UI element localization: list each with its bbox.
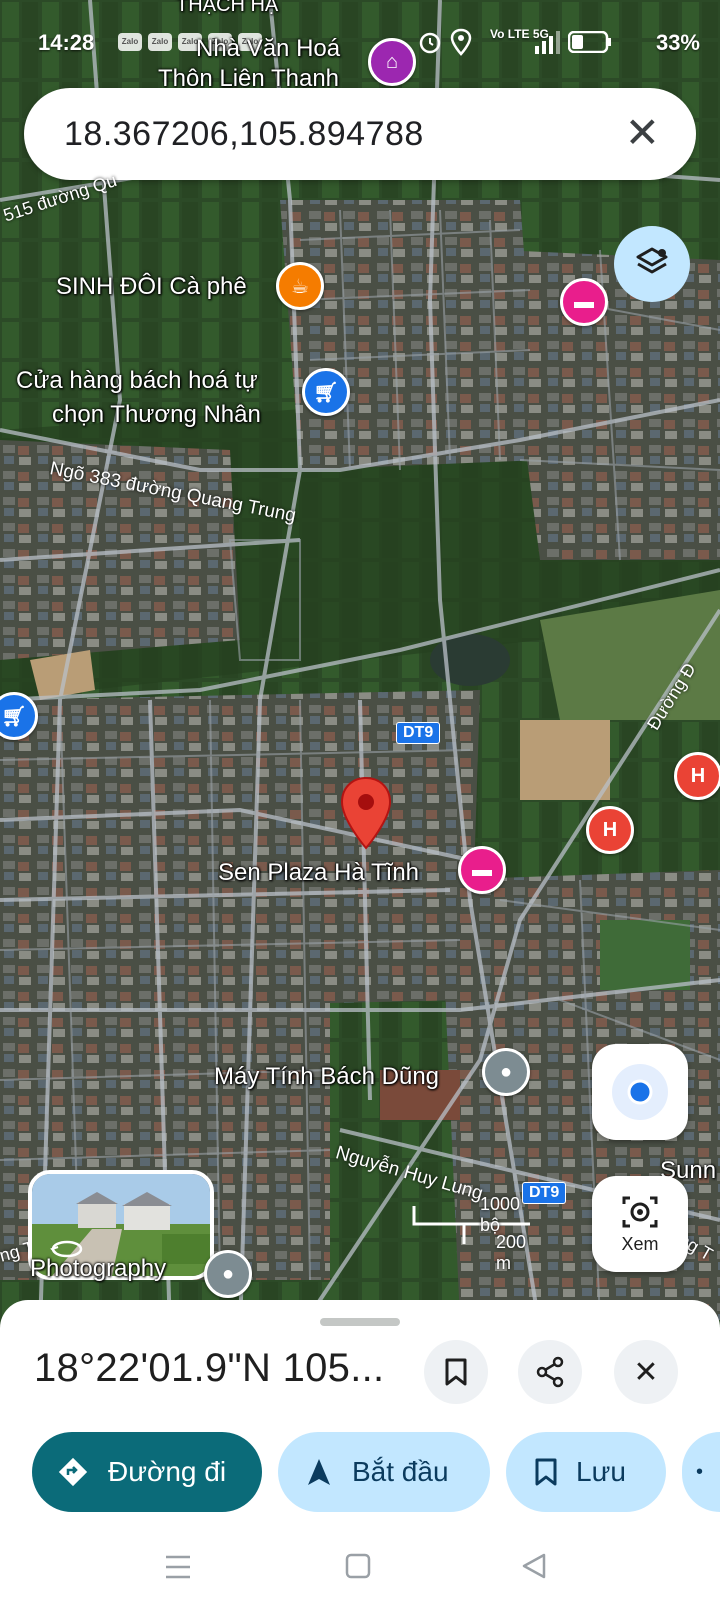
- save-button[interactable]: Lưu: [506, 1432, 666, 1512]
- home-icon[interactable]: [344, 1552, 372, 1580]
- shopping-cart-icon[interactable]: 🛒︎: [302, 368, 350, 416]
- bookmark-icon: [445, 1358, 467, 1386]
- close-sheet-button[interactable]: ✕: [614, 1340, 678, 1404]
- road-shield: DT9: [396, 722, 441, 744]
- hotel-icon[interactable]: H: [586, 806, 634, 854]
- zalo-notification-icon: Zalo: [118, 33, 142, 51]
- bookmark-icon: [535, 1458, 557, 1486]
- directions-label: Đường đi: [108, 1456, 227, 1487]
- map-label-poi[interactable]: SINH ĐÔI Cà phê: [56, 270, 247, 304]
- battery-percent: 33%: [655, 30, 700, 55]
- map-label-poi[interactable]: chọn Thương Nhân: [52, 398, 261, 432]
- drag-handle[interactable]: [320, 1318, 400, 1326]
- save-label: Lưu: [576, 1456, 626, 1487]
- signal-icon: [535, 31, 560, 54]
- camera-lens-icon: [622, 1196, 658, 1227]
- map-label-area: THẠCH HẠ: [176, 0, 279, 16]
- hotel-icon[interactable]: H: [674, 752, 720, 800]
- community-center-icon[interactable]: ⌂: [368, 38, 416, 86]
- dropped-pin-icon[interactable]: [340, 776, 392, 850]
- my-location-icon: [612, 1064, 668, 1120]
- status-bar: 14:28 Zalo Zalo Zalo Zalo Zalo Vo LTE 5G…: [0, 0, 720, 78]
- alarm-icon: [419, 32, 441, 54]
- system-navigation-bar: [0, 1530, 720, 1608]
- place-marker-icon[interactable]: ●: [204, 1250, 252, 1298]
- lens-label: Xem: [621, 1233, 659, 1254]
- directions-icon: [58, 1457, 88, 1487]
- scale-imperial: 1000 bộ: [480, 1194, 521, 1235]
- my-location-button[interactable]: [592, 1044, 688, 1140]
- map-label-poi[interactable]: Nhà Văn Hoá: [196, 32, 340, 66]
- search-bar[interactable]: 18.367206,105.894788 ✕: [24, 88, 696, 180]
- lens-button[interactable]: Xem: [592, 1176, 688, 1272]
- save-bookmark-button[interactable]: [424, 1340, 488, 1404]
- layers-icon: [636, 247, 668, 274]
- lodging-icon[interactable]: ▬: [458, 846, 506, 894]
- map-label-poi[interactable]: Cửa hàng bách hoá tự: [16, 364, 258, 398]
- back-icon[interactable]: [520, 1552, 548, 1580]
- zalo-notification-icon: Zalo: [148, 33, 172, 51]
- status-time: 14:28: [38, 30, 95, 55]
- map-label-poi[interactable]: Sen Plaza Hà Tĩnh: [218, 856, 419, 890]
- directions-button[interactable]: Đường đi: [32, 1432, 262, 1512]
- place-marker-icon[interactable]: ●: [482, 1048, 530, 1096]
- place-title-coordinates: 18°22'01.9"N 105...: [34, 1346, 385, 1390]
- lodging-icon[interactable]: ▬: [560, 278, 608, 326]
- navigation-arrow-icon: [308, 1459, 330, 1485]
- map-label-poi[interactable]: Photography: [30, 1252, 166, 1286]
- location-status-icon: [450, 28, 472, 56]
- recent-apps-icon[interactable]: [164, 1554, 192, 1580]
- close-icon: ✕: [633, 1355, 659, 1389]
- share-icon: •: [696, 1460, 704, 1483]
- map-label-poi[interactable]: Máy Tính Bách Dũng: [214, 1060, 439, 1094]
- road-shield: DT9: [522, 1182, 567, 1204]
- scale-metric: 200 m: [496, 1232, 527, 1273]
- start-navigation-button[interactable]: Bắt đầu: [278, 1432, 490, 1512]
- start-label: Bắt đầu: [352, 1456, 449, 1487]
- map-view[interactable]: 14:28 Zalo Zalo Zalo Zalo Zalo Vo LTE 5G…: [0, 0, 720, 1330]
- layers-button[interactable]: [614, 226, 690, 302]
- share-icon: [536, 1356, 564, 1388]
- share-button[interactable]: [518, 1340, 582, 1404]
- close-icon[interactable]: ✕: [625, 108, 660, 158]
- battery-icon: [568, 31, 611, 53]
- cafe-icon[interactable]: ☕: [276, 262, 324, 310]
- search-query[interactable]: 18.367206,105.894788: [64, 115, 424, 154]
